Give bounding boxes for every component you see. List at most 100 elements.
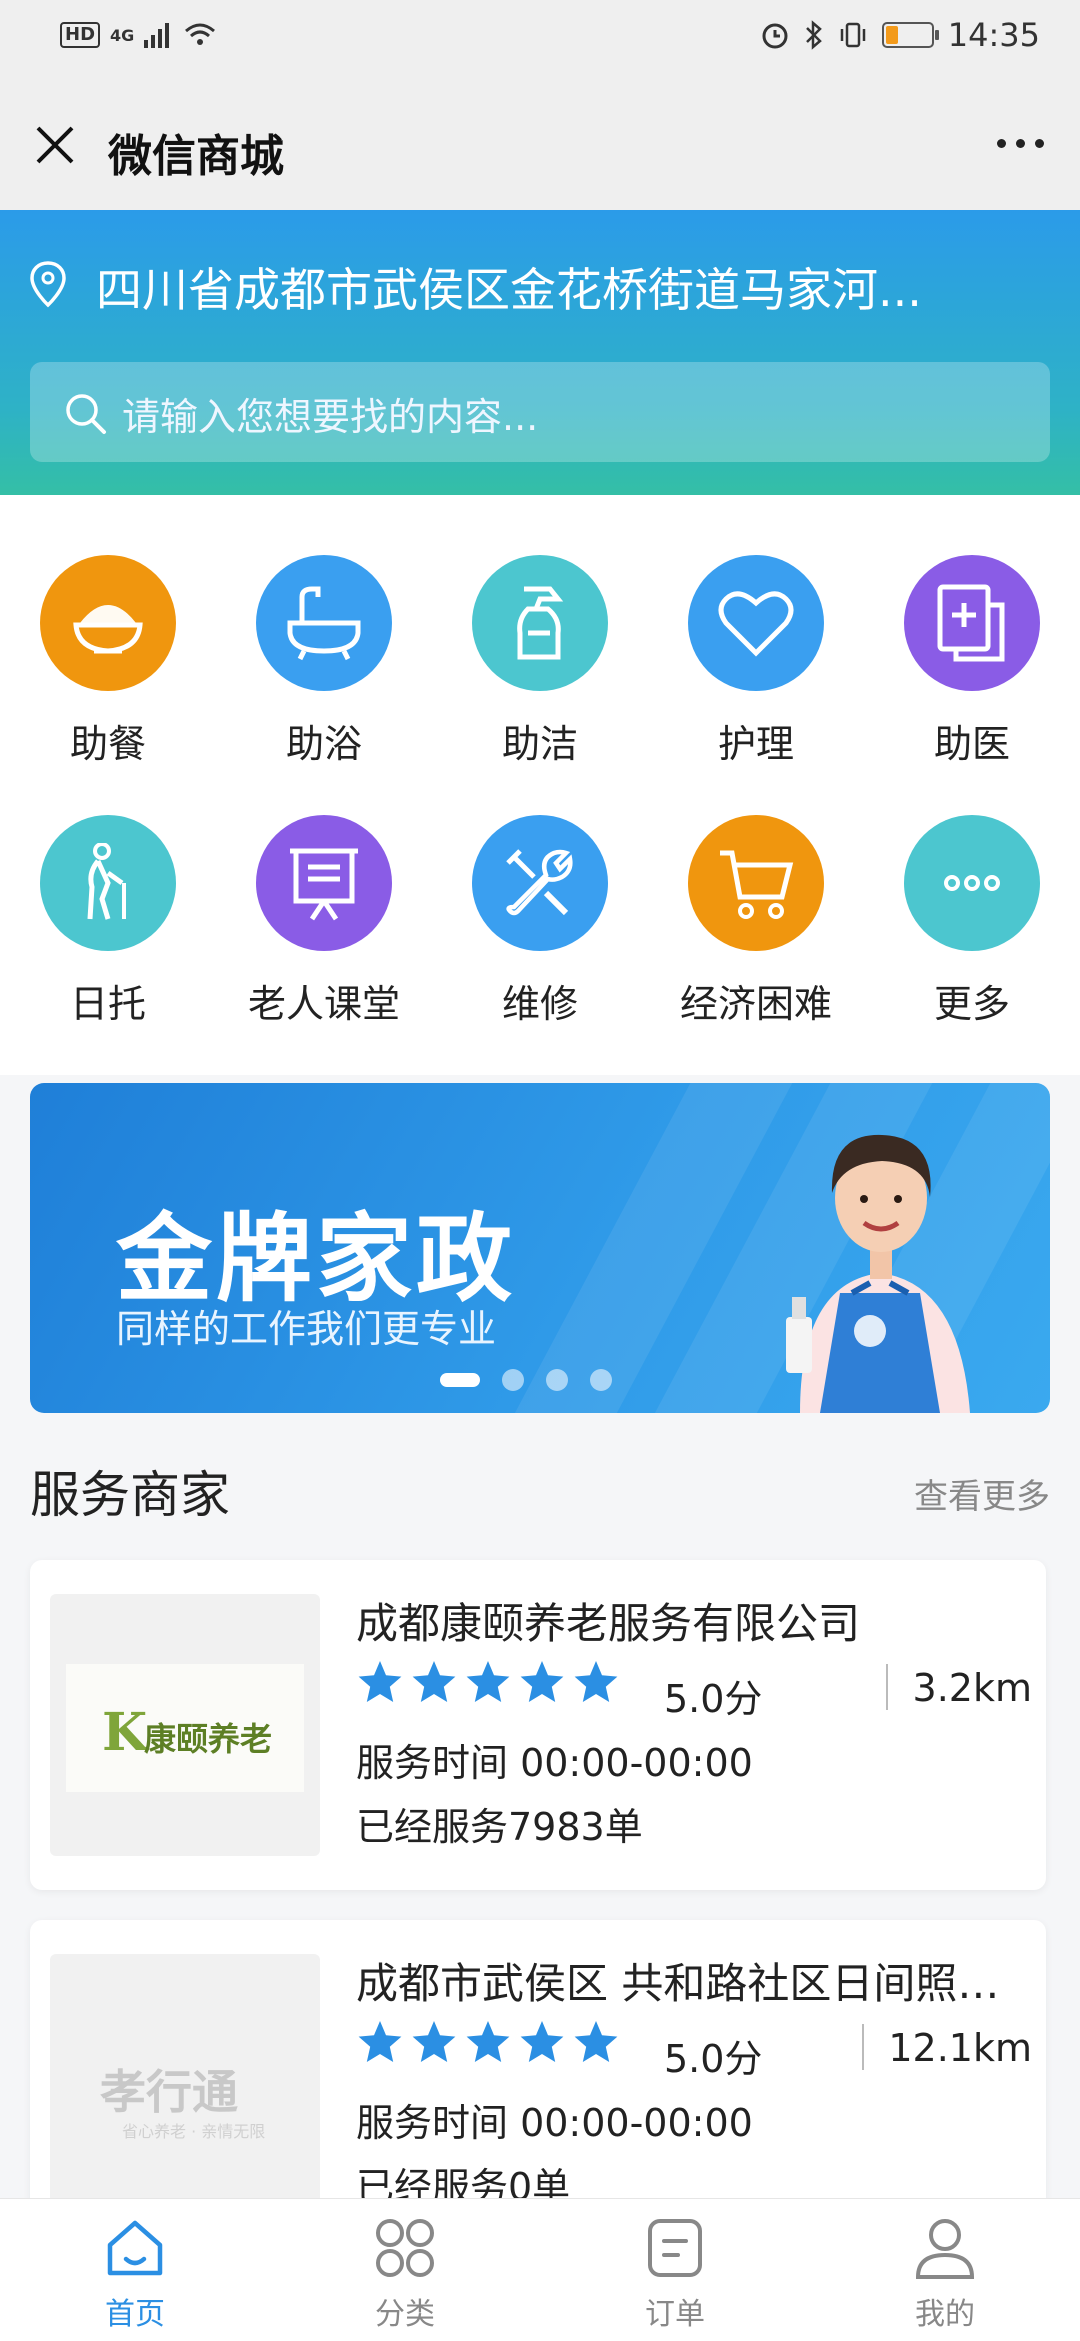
- logo-panel: K 康颐养老: [66, 1664, 304, 1792]
- tab-label: 订单: [645, 2297, 705, 2332]
- order-icon: [648, 2219, 702, 2277]
- tab-category[interactable]: 分类: [270, 2199, 540, 2341]
- carousel-dot[interactable]: [546, 1369, 568, 1391]
- merchant-card[interactable]: K 康颐养老 成都康颐养老服务有限公司 5.0分 3.2km 服务时间 00:0…: [30, 1560, 1046, 1890]
- carousel-dot[interactable]: [502, 1369, 524, 1391]
- merchant-served-count: 已经服务7983单: [356, 1805, 643, 1849]
- bluetooth-icon: [805, 20, 822, 50]
- merchant-distance: 12.1km: [888, 2026, 1032, 2070]
- category-classroom[interactable]: 老人课堂: [216, 815, 432, 1028]
- category-label: 护理: [717, 722, 794, 766]
- user-icon: [915, 2219, 975, 2279]
- category-medical[interactable]: 助医: [864, 555, 1080, 768]
- category-label: 助医: [933, 722, 1010, 766]
- category-label: 经济困难: [679, 982, 832, 1026]
- logo-text: 康颐养老: [144, 1720, 273, 1758]
- star-icon: [574, 2021, 618, 2062]
- category-more[interactable]: 更多: [864, 815, 1080, 1028]
- category-repair[interactable]: 维修: [432, 815, 648, 1028]
- merchant-name: 成都康颐养老服务有限公司: [356, 1599, 861, 1648]
- tab-label: 我的: [915, 2297, 975, 2332]
- status-left: HD 4G: [60, 22, 216, 48]
- elderly-icon: [40, 815, 176, 951]
- location-pin-icon: [30, 261, 66, 308]
- search-placeholder: 请输入您想要找的内容...: [122, 395, 539, 439]
- category-label: 助餐: [69, 722, 146, 766]
- vibrate-icon: [840, 22, 866, 48]
- home-icon: [107, 2220, 163, 2276]
- tab-profile[interactable]: 我的: [810, 2199, 1080, 2341]
- category-label: 助洁: [501, 722, 578, 766]
- hd-badge: HD: [60, 22, 101, 48]
- category-poverty[interactable]: 经济困难: [648, 815, 864, 1028]
- category-clean[interactable]: 助洁: [432, 555, 648, 768]
- more-dots-icon: [904, 815, 1040, 951]
- bottom-tab-bar: 首页 分类 订单 我的: [0, 2198, 1080, 2341]
- title-bar: 微信商城: [0, 80, 1080, 210]
- bathtub-icon: [256, 555, 392, 691]
- section-title: 服务商家: [30, 1466, 230, 1524]
- tab-label: 分类: [375, 2297, 435, 2332]
- merchant-distance: 3.2km: [912, 1666, 1032, 1710]
- merchant-logo: 孝行通 省心养老 · 亲情无限: [50, 1954, 320, 2216]
- view-more-link[interactable]: 查看更多: [914, 1469, 1050, 1518]
- category-bath[interactable]: 助浴: [216, 555, 432, 768]
- category-label: 日托: [69, 982, 146, 1026]
- battery-icon: [881, 22, 939, 48]
- star-icon: [466, 2021, 510, 2062]
- rice-bowl-icon: [40, 555, 176, 691]
- star-icon: [466, 1661, 510, 1702]
- star-icon: [520, 1661, 564, 1702]
- merchant-score: 5.0分: [664, 2037, 763, 2081]
- category-label: 助浴: [285, 722, 362, 766]
- rating-stars: [356, 2018, 620, 2066]
- search-input[interactable]: 请输入您想要找的内容...: [30, 362, 1050, 462]
- merchant-logo: K 康颐养老: [50, 1594, 320, 1856]
- promo-banner[interactable]: 金牌家政 同样的工作我们更专业: [30, 1083, 1050, 1413]
- location-text[interactable]: 四川省成都市武侯区金花桥街道马家河...: [96, 254, 1036, 320]
- star-icon: [358, 2021, 402, 2062]
- signal-icon: [144, 23, 170, 48]
- shopping-cart-icon: [688, 815, 824, 951]
- merchant-hours: 服务时间 00:00-00:00: [356, 1741, 753, 1785]
- category-care[interactable]: 护理: [648, 555, 864, 768]
- rating-stars: [356, 1658, 620, 1706]
- tab-home[interactable]: 首页: [0, 2199, 270, 2341]
- carousel-indicator[interactable]: [440, 1369, 612, 1391]
- merchants-section-header: 服务商家 查看更多: [0, 1425, 1080, 1545]
- medical-icon: [904, 555, 1040, 691]
- divider: [862, 2024, 864, 2070]
- more-menu-icon[interactable]: [990, 128, 1050, 158]
- category-meal[interactable]: 助餐: [0, 555, 216, 768]
- category-daycare[interactable]: 日托: [0, 815, 216, 1028]
- close-icon[interactable]: [30, 120, 80, 170]
- page-title: 微信商城: [108, 131, 284, 182]
- category-grid: 助餐 助浴 助洁 护理 助医 日托 老人课堂 维修 经济困难 更多: [0, 495, 1080, 1075]
- logo-k-mark: K: [102, 1702, 148, 1763]
- carousel-dot[interactable]: [590, 1369, 612, 1391]
- housekeeper-illustration: [786, 1134, 970, 1413]
- tab-label: 首页: [105, 2297, 165, 2332]
- divider: [886, 1664, 888, 1710]
- category-icon: [376, 2219, 434, 2277]
- search-icon: [66, 394, 106, 434]
- status-right: 14:35: [760, 16, 1040, 54]
- category-label: 老人课堂: [247, 982, 400, 1026]
- star-icon: [412, 2021, 456, 2062]
- heart-icon: [688, 555, 824, 691]
- network-label: 4G: [110, 25, 135, 45]
- alarm-icon: [762, 23, 788, 49]
- tools-icon: [472, 815, 608, 951]
- banner-subtitle: 同样的工作我们更专业: [116, 1307, 497, 1351]
- logo-text: 孝行通: [100, 2065, 238, 2119]
- star-icon: [358, 1661, 402, 1702]
- carousel-dot[interactable]: [440, 1373, 480, 1387]
- status-time: 14:35: [947, 16, 1040, 54]
- spray-bottle-icon: [472, 555, 608, 691]
- logo-subtext: 省心养老 · 亲情无限: [122, 2122, 266, 2141]
- merchant-hours: 服务时间 00:00-00:00: [356, 2101, 753, 2145]
- tab-orders[interactable]: 订单: [540, 2199, 810, 2341]
- category-label: 维修: [501, 982, 578, 1026]
- status-bar: HD 4G 14:35: [0, 0, 1080, 80]
- star-icon: [574, 1661, 618, 1702]
